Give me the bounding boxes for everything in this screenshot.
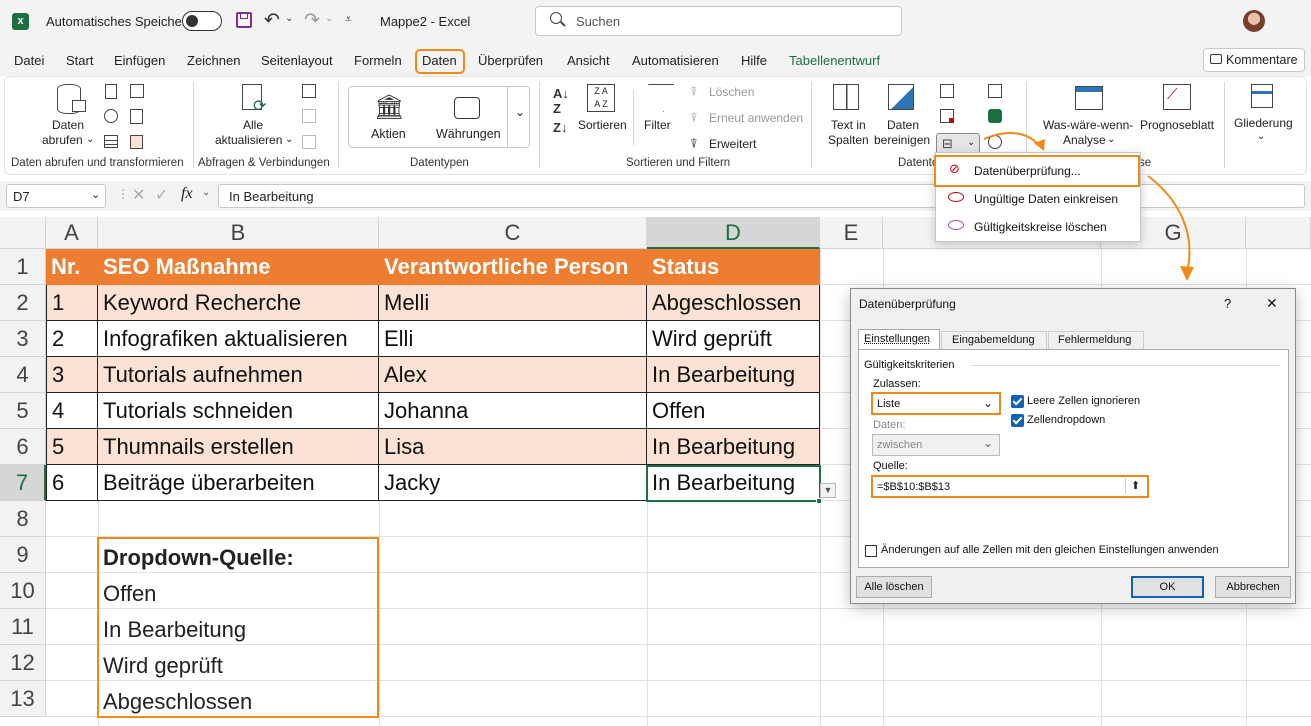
data-validation-dialog: Datenüberprüfung ? ✕ Einstellungen Einga… bbox=[850, 288, 1296, 604]
allow-label: Zulassen: bbox=[873, 378, 921, 390]
chevron-down-icon: ⌄ bbox=[983, 436, 994, 450]
data-value: zwischen bbox=[877, 439, 923, 451]
tab-label: Eingabemeldung bbox=[952, 334, 1035, 346]
tab-label: Einstellungen bbox=[864, 333, 931, 345]
apply-all-label: Änderungen auf alle Zellen mit den gleic… bbox=[881, 544, 1219, 556]
tab-panel bbox=[858, 349, 1289, 568]
cell-dropdown-label: Zellendropdown bbox=[1027, 414, 1106, 426]
cell-dropdown-checkbox[interactable] bbox=[1011, 414, 1024, 427]
help-button[interactable]: ? bbox=[1224, 296, 1231, 311]
tab-fehlermeldung[interactable]: Fehlermeldung bbox=[1048, 331, 1144, 349]
data-select[interactable]: zwischen ⌄ bbox=[872, 434, 1000, 456]
source-value: =$B$10:$B$13 bbox=[877, 481, 951, 493]
chevron-down-icon: ⌄ bbox=[983, 396, 994, 410]
ok-button[interactable]: OK bbox=[1131, 576, 1204, 598]
tab-eingabemeldung[interactable]: Eingabemeldung bbox=[941, 331, 1047, 349]
ignore-blank-label: Leere Zellen ignorieren bbox=[1027, 395, 1141, 407]
source-input[interactable]: =$B$10:$B$13 ⬆ bbox=[871, 475, 1149, 498]
tab-label: Fehlermeldung bbox=[1058, 334, 1132, 346]
allow-value: Liste bbox=[877, 398, 901, 410]
allow-select[interactable]: Liste ⌄ bbox=[871, 392, 1001, 415]
dialog-title: Datenüberprüfung bbox=[859, 297, 956, 311]
section-label: Gültigkeitskriterien bbox=[864, 359, 955, 371]
data-label: Daten: bbox=[873, 419, 906, 431]
collapse-dialog-icon[interactable]: ⬆ bbox=[1125, 478, 1145, 494]
cancel-button[interactable]: Abbrechen bbox=[1215, 576, 1291, 598]
ignore-blank-checkbox[interactable] bbox=[1011, 395, 1024, 408]
clear-all-button[interactable]: Alle löschen bbox=[856, 576, 932, 598]
tab-einstellungen[interactable]: Einstellungen bbox=[858, 329, 940, 349]
close-icon[interactable]: ✕ bbox=[1266, 295, 1278, 312]
source-label: Quelle: bbox=[873, 460, 908, 472]
apply-all-checkbox[interactable] bbox=[865, 545, 877, 557]
